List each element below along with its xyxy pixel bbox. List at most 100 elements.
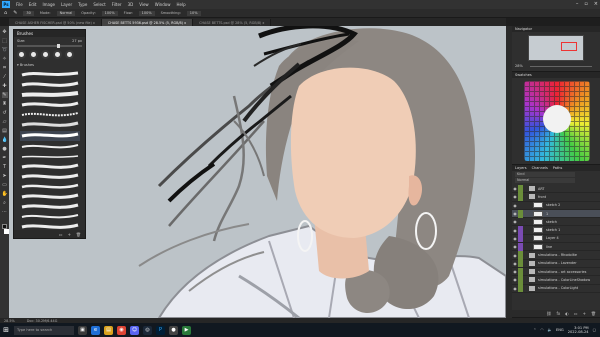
- home-icon[interactable]: ⌂: [4, 10, 7, 16]
- steam-icon[interactable]: ◎: [143, 325, 152, 335]
- history-brush-tool-icon[interactable]: ↺: [2, 110, 8, 116]
- hand-tool-icon[interactable]: ✋: [2, 191, 8, 197]
- close-icon[interactable]: ×: [594, 1, 598, 7]
- brush-tip[interactable]: [41, 50, 50, 59]
- menu-edit[interactable]: Edit: [26, 2, 40, 7]
- tab-channels[interactable]: Channels: [532, 166, 548, 170]
- more-tools-icon[interactable]: ⋯: [2, 209, 8, 215]
- menu-3d[interactable]: 3D: [125, 2, 137, 7]
- discord-icon[interactable]: ☺: [130, 325, 139, 335]
- layer-row[interactable]: ◉ simulations - ColorLight: [512, 284, 600, 293]
- photoshop-taskbar-icon[interactable]: P: [156, 325, 165, 335]
- layer-row[interactable]: ◉ sketch 2: [512, 202, 600, 210]
- brush-tip[interactable]: [53, 50, 62, 59]
- edge-icon[interactable]: e: [91, 325, 100, 335]
- brush-size-slider[interactable]: [17, 44, 82, 48]
- brush-tool-icon[interactable]: ✎: [13, 10, 17, 16]
- link-icon[interactable]: ⛓: [546, 311, 551, 316]
- layer-row[interactable]: ◉ front: [512, 192, 600, 202]
- smoothing-field[interactable]: 10%: [186, 10, 201, 16]
- layer-row[interactable]: ◉ ART: [512, 184, 600, 194]
- brush-tip[interactable]: [29, 50, 38, 59]
- brush-size-value[interactable]: 27 px: [72, 39, 82, 43]
- layer-row[interactable]: ◉ simulations - Rhodolite: [512, 251, 600, 260]
- obs-icon[interactable]: ●: [169, 325, 178, 335]
- layer-row[interactable]: ◉ Layer 4: [512, 234, 600, 244]
- tab-layers[interactable]: Layers: [515, 166, 527, 170]
- app-icon[interactable]: ▶: [182, 325, 191, 335]
- navigator-thumbnail[interactable]: [528, 35, 584, 61]
- chevron-up-icon[interactable]: ⌃: [533, 328, 536, 332]
- path-select-tool-icon[interactable]: ➤: [2, 173, 8, 179]
- swatches-title[interactable]: Swatches: [512, 72, 600, 78]
- brush-tool-icon[interactable]: ✎: [1, 92, 8, 98]
- layer-row[interactable]: ◉ line: [512, 242, 600, 252]
- move-tool-icon[interactable]: ✥: [2, 29, 8, 35]
- maximize-icon[interactable]: ▫: [584, 1, 587, 7]
- mode-select[interactable]: Normal: [56, 10, 76, 16]
- new-folder-icon[interactable]: ▭: [574, 311, 578, 316]
- menu-select[interactable]: Select: [90, 2, 108, 7]
- windows-start-icon[interactable]: ⊞: [0, 323, 12, 337]
- layer-row[interactable]: ◉ 1: [512, 209, 600, 219]
- brushes-panel-title[interactable]: Brushes: [14, 30, 85, 37]
- language-indicator[interactable]: ENG: [556, 328, 564, 332]
- trash-icon[interactable]: 🗑: [591, 311, 596, 316]
- minimize-icon[interactable]: –: [576, 1, 579, 7]
- new-group-icon[interactable]: ▭: [59, 232, 63, 237]
- file-explorer-icon[interactable]: ▤: [104, 325, 113, 335]
- navigator-zoom-value[interactable]: 28%: [515, 64, 523, 68]
- taskbar-search-input[interactable]: Type here to search: [14, 325, 74, 335]
- gradient-tool-icon[interactable]: ▤: [2, 128, 8, 134]
- layer-row[interactable]: ◉ simulations - art accessories: [512, 267, 600, 277]
- opacity-field[interactable]: 100%: [101, 10, 118, 16]
- wifi-icon[interactable]: ◠: [540, 328, 543, 332]
- document-tab[interactable]: CHASE ASHER FISCHER.psd @ 50% (new file)…: [9, 19, 102, 26]
- menu-view[interactable]: View: [136, 2, 152, 7]
- mask-icon[interactable]: ◐: [565, 311, 569, 316]
- layer-row[interactable]: ◉ sketch: [512, 218, 600, 227]
- menu-file[interactable]: File: [13, 2, 26, 7]
- marquee-tool-icon[interactable]: ⬚: [2, 38, 8, 44]
- brush-stroke-previews[interactable]: [20, 69, 80, 237]
- chrome-icon[interactable]: ◉: [117, 325, 126, 335]
- healing-tool-icon[interactable]: ✚: [2, 83, 8, 89]
- menu-filter[interactable]: Filter: [109, 2, 125, 7]
- zoom-tool-icon[interactable]: ⌕: [2, 200, 8, 206]
- fx-icon[interactable]: fx: [557, 311, 561, 316]
- clock[interactable]: 3:01 PM 2022-08-24: [568, 326, 589, 335]
- brush-size-knob[interactable]: [57, 44, 60, 48]
- navigator-view-box[interactable]: [561, 42, 577, 51]
- layer-row[interactable]: ◉ sketch 1: [512, 226, 600, 235]
- menu-help[interactable]: Help: [173, 2, 188, 7]
- layer-row[interactable]: ◉ simulations - ColorLineShadow: [512, 275, 600, 285]
- clone-stamp-tool-icon[interactable]: ♜: [2, 101, 8, 107]
- shape-tool-icon[interactable]: ▭: [2, 182, 8, 188]
- blend-mode-select[interactable]: Normal: [515, 178, 575, 183]
- layer-filter-select[interactable]: Kind: [515, 172, 575, 177]
- brush-tip[interactable]: [65, 50, 74, 59]
- volume-icon[interactable]: 🔈: [547, 328, 551, 332]
- dodge-tool-icon[interactable]: ●: [2, 146, 8, 152]
- crop-tool-icon[interactable]: ⌗: [2, 65, 8, 71]
- document-tab-active[interactable]: CHASE BETTS 5936.psd @ 28.5% (5, RGB/8) …: [101, 19, 194, 26]
- eyedropper-tool-icon[interactable]: ⁄: [2, 74, 8, 80]
- flow-field[interactable]: 100%: [138, 10, 155, 16]
- brush-size-picker[interactable]: 30: [23, 10, 34, 16]
- quick-select-tool-icon[interactable]: ✧: [2, 56, 8, 62]
- menu-window[interactable]: Window: [152, 2, 174, 7]
- new-layer-icon[interactable]: +: [583, 311, 586, 316]
- tab-paths[interactable]: Paths: [553, 166, 563, 170]
- menu-layer[interactable]: Layer: [58, 2, 75, 7]
- blur-tool-icon[interactable]: 💧: [2, 137, 8, 143]
- status-zoom[interactable]: 28.5%: [4, 319, 15, 323]
- navigator-title[interactable]: Navigator: [512, 26, 600, 32]
- layer-row[interactable]: ◉ simulations - Lavender: [512, 259, 600, 268]
- trash-icon[interactable]: 🗑: [76, 232, 81, 237]
- menu-type[interactable]: Type: [75, 2, 90, 7]
- type-tool-icon[interactable]: T: [2, 164, 8, 170]
- new-brush-icon[interactable]: +: [68, 232, 71, 237]
- task-view-icon[interactable]: ▣: [78, 325, 87, 335]
- eraser-tool-icon[interactable]: ▱: [2, 119, 8, 125]
- background-color-swatch[interactable]: [3, 229, 9, 234]
